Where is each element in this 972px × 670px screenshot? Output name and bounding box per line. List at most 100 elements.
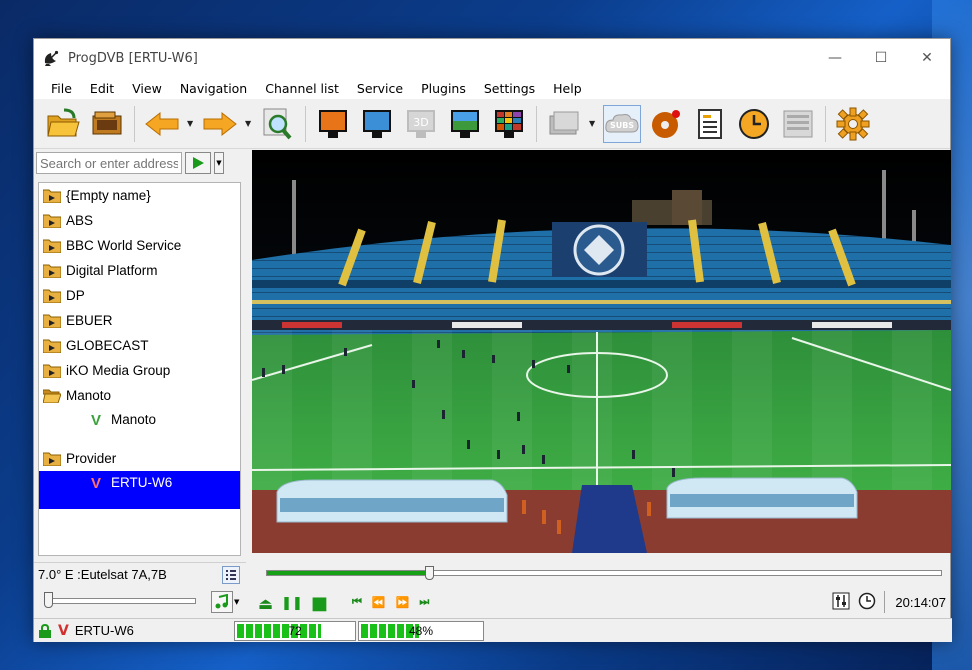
maximize-button[interactable]: ☐ bbox=[858, 39, 904, 77]
folder-open-icon bbox=[43, 389, 61, 403]
seek-track[interactable] bbox=[266, 566, 942, 580]
monitor-blue-icon bbox=[363, 109, 391, 138]
teletext-dropdown-icon[interactable]: ▼ bbox=[589, 119, 597, 128]
list-icon bbox=[226, 570, 236, 580]
tree-item-label: Manoto bbox=[111, 412, 157, 427]
scheduler-button[interactable] bbox=[735, 105, 773, 143]
minimize-button[interactable]: — bbox=[812, 39, 858, 77]
status-bar: V ERTU-W6 72 48% bbox=[34, 618, 952, 642]
display-3d-button[interactable]: 3D bbox=[402, 105, 440, 143]
teletext-icon bbox=[549, 111, 579, 134]
satellite-label: 7.0° E :Eutelsat 7A,7B bbox=[38, 567, 167, 582]
close-button[interactable]: ✕ bbox=[904, 39, 950, 77]
eject-button[interactable]: ⏏ bbox=[258, 594, 273, 613]
seek-handle[interactable] bbox=[425, 566, 435, 580]
tree-item-label: EBUER bbox=[66, 313, 113, 328]
tree-folder-ebuer[interactable]: EBUER bbox=[39, 308, 240, 333]
tree-item-label: GLOBECAST bbox=[66, 338, 149, 353]
tree-folder-dp[interactable]: DP bbox=[39, 283, 240, 308]
tree-folder-digital-platform[interactable]: Digital Platform bbox=[39, 258, 240, 283]
tree-item-label: Provider bbox=[66, 451, 117, 466]
info-panel-button[interactable] bbox=[779, 105, 817, 143]
info-panel-icon bbox=[783, 110, 813, 137]
pause-button[interactable]: ❚❚ bbox=[281, 596, 303, 611]
sleep-timer-button[interactable] bbox=[858, 592, 876, 613]
toolbar-separator bbox=[134, 105, 135, 142]
tree-channel-manoto[interactable]: V Manoto bbox=[39, 408, 240, 446]
forward-dropdown-icon[interactable]: ▼ bbox=[245, 119, 253, 128]
channel-tree[interactable]: {Empty name} ABS BBC World Service Digit… bbox=[38, 182, 241, 556]
audio-track-button[interactable] bbox=[211, 591, 233, 613]
subtitles-button[interactable]: SUBS bbox=[603, 104, 641, 143]
open-folder-button[interactable] bbox=[44, 105, 82, 143]
tree-item-label: ABS bbox=[66, 213, 94, 228]
display-mode-4-button[interactable] bbox=[446, 105, 484, 143]
current-channel-name: ERTU-W6 bbox=[74, 623, 134, 638]
settings-button[interactable] bbox=[834, 105, 872, 143]
document-list-icon bbox=[698, 108, 722, 139]
go-dropdown-icon[interactable]: ▼ bbox=[214, 152, 224, 174]
menu-help[interactable]: Help bbox=[544, 81, 591, 96]
tree-folder-provider[interactable]: Provider bbox=[39, 446, 240, 471]
signal-level-meter: 72 bbox=[234, 621, 356, 641]
menu-view[interactable]: View bbox=[123, 81, 171, 96]
epg-button[interactable] bbox=[691, 105, 729, 143]
toolbar-separator bbox=[825, 105, 826, 142]
tree-folder-iko-media-group[interactable]: iKO Media Group bbox=[39, 358, 240, 383]
menu-service[interactable]: Service bbox=[348, 81, 412, 96]
mosaic-button[interactable] bbox=[490, 105, 528, 143]
menu-navigation[interactable]: Navigation bbox=[171, 81, 256, 96]
fast-forward-button[interactable]: ⏩ bbox=[396, 596, 410, 609]
tree-folder-manoto[interactable]: Manoto bbox=[39, 383, 240, 408]
address-row: ▼ bbox=[34, 150, 246, 176]
next-button[interactable]: ⏭ bbox=[419, 595, 429, 609]
stop-button[interactable]: ■ bbox=[311, 593, 328, 614]
folder-icon bbox=[43, 364, 61, 378]
audio-dropdown-icon[interactable]: ▼ bbox=[234, 598, 239, 606]
display-mode-1-button[interactable] bbox=[314, 105, 352, 143]
tree-folder-empty-name[interactable]: {Empty name} bbox=[39, 183, 240, 208]
play-arrow-icon bbox=[193, 157, 204, 169]
back-dropdown-icon[interactable]: ▼ bbox=[187, 119, 195, 128]
menu-plugins[interactable]: Plugins bbox=[412, 81, 475, 96]
previous-button[interactable]: ⏮ bbox=[352, 595, 362, 609]
volume-handle[interactable] bbox=[44, 592, 53, 608]
equalizer-button[interactable] bbox=[832, 592, 850, 613]
forward-button[interactable] bbox=[201, 105, 239, 143]
tree-channel-ertu-w6[interactable]: V ERTU-W6 bbox=[39, 471, 240, 509]
menu-settings[interactable]: Settings bbox=[475, 81, 544, 96]
teletext-button[interactable] bbox=[545, 105, 583, 143]
folder-icon bbox=[43, 264, 61, 278]
rewind-button[interactable]: ⏪ bbox=[372, 596, 386, 609]
video-display[interactable] bbox=[252, 150, 951, 553]
menu-file[interactable]: File bbox=[42, 81, 81, 96]
folder-icon bbox=[43, 452, 61, 466]
signal-level-value: 72 bbox=[288, 624, 302, 638]
back-button[interactable] bbox=[143, 105, 181, 143]
go-button[interactable] bbox=[185, 152, 211, 174]
scan-button[interactable] bbox=[259, 105, 297, 143]
tree-folder-abs[interactable]: ABS bbox=[39, 208, 240, 233]
folder-icon bbox=[43, 239, 61, 253]
tree-item-label: DP bbox=[66, 288, 85, 303]
menu-channel-list[interactable]: Channel list bbox=[256, 81, 348, 96]
recordings-button[interactable] bbox=[88, 105, 126, 143]
tree-folder-globecast[interactable]: GLOBECAST bbox=[39, 333, 240, 358]
seek-bar[interactable] bbox=[254, 565, 944, 581]
folder-icon bbox=[43, 189, 61, 203]
window-title: ProgDVB [ERTU-W6] bbox=[68, 50, 198, 66]
record-button[interactable] bbox=[647, 105, 685, 143]
tree-folder-bbc-world-service[interactable]: BBC World Service bbox=[39, 233, 240, 258]
satellite-dish-icon bbox=[44, 50, 59, 66]
channel-list-toggle-button[interactable] bbox=[222, 566, 240, 584]
menu-edit[interactable]: Edit bbox=[81, 81, 123, 96]
display-mode-2-button[interactable] bbox=[358, 105, 396, 143]
volume-slider[interactable] bbox=[46, 598, 196, 604]
tree-item-label: BBC World Service bbox=[66, 238, 182, 253]
search-input[interactable] bbox=[36, 152, 182, 174]
channel-pane: ▼ {Empty name} ABS BBC World Service Dig… bbox=[34, 150, 246, 562]
tree-item-label: ERTU-W6 bbox=[111, 475, 173, 490]
clock-time: 20:14:07 bbox=[895, 594, 946, 610]
seek-progress bbox=[267, 571, 430, 575]
folder-icon bbox=[43, 289, 61, 303]
